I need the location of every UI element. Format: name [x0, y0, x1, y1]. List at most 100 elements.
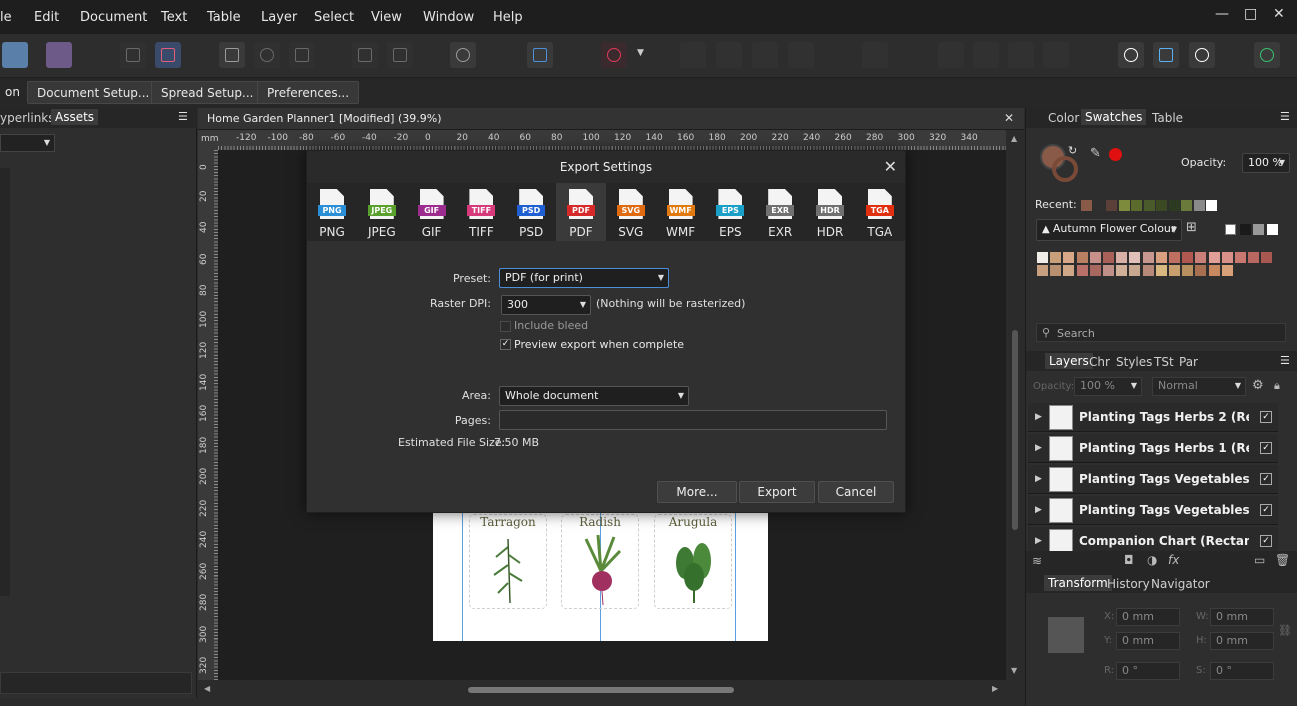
brush-icon[interactable] [155, 42, 181, 68]
menu-window[interactable]: Window [423, 10, 474, 25]
layer-stack-icon[interactable]: ≋ [1032, 554, 1042, 568]
recent-swatch[interactable] [1143, 200, 1155, 211]
planting-tag-card[interactable]: Arugula [654, 514, 732, 609]
minimize-button[interactable]: — [1215, 6, 1229, 22]
palette-swatch[interactable] [1142, 252, 1154, 263]
adjustment-icon[interactable]: ◑ [1147, 553, 1157, 567]
more-button[interactable]: More... [657, 481, 737, 503]
anchor-point-icon[interactable] [1048, 617, 1084, 653]
layer-row[interactable]: ▶ Planting Tags Vegetables 1 (… ✓ [1028, 496, 1278, 525]
palette-swatch[interactable] [1182, 252, 1194, 263]
palette-swatch[interactable] [1129, 265, 1141, 276]
vertical-scroll-thumb[interactable] [1012, 330, 1018, 530]
document-setup-button[interactable]: Document Setup... [27, 81, 160, 104]
preset-select[interactable]: PDF (for print) ▼ [499, 268, 669, 288]
tab-color[interactable]: Color [1048, 111, 1079, 125]
recent-swatch[interactable] [1118, 200, 1130, 211]
menu-layer[interactable]: Layer [261, 10, 297, 25]
tab-styles[interactable]: Styles [1116, 355, 1152, 369]
layer-row[interactable]: ▶ Planting Tags Vegetables 2 (… ✓ [1028, 465, 1278, 494]
assets-category-select[interactable]: ▼ [0, 134, 55, 152]
vertical-scrollbar[interactable]: ▲ ▼ [1006, 130, 1024, 680]
panel-menu-icon[interactable]: ☰ [178, 110, 188, 123]
recent-swatch[interactable] [1156, 200, 1167, 211]
format-exr-button[interactable]: EXR EXR [755, 183, 805, 241]
menu-view[interactable]: View [371, 10, 402, 25]
rotate-right-icon[interactable] [1043, 42, 1069, 68]
snapping-magnet-icon[interactable] [601, 42, 627, 68]
none-swatch[interactable] [1225, 224, 1236, 235]
transform-y-input[interactable]: 0 mm [1116, 632, 1180, 650]
palette-swatch[interactable] [1221, 265, 1233, 276]
document-page[interactable]: Tarragon Radish Arugula [433, 510, 768, 641]
tab-table[interactable]: Table [1152, 111, 1183, 125]
recent-swatch[interactable] [1193, 200, 1205, 211]
menu-table[interactable]: Table [207, 10, 241, 25]
palette-swatch[interactable] [1037, 265, 1048, 276]
palette-swatch[interactable] [1142, 265, 1154, 276]
frame-text-icon[interactable] [219, 42, 245, 68]
palette-select[interactable]: ▲ Autumn Flower Colour ▼ [1036, 219, 1182, 241]
close-document-icon[interactable]: ✕ [1004, 111, 1014, 125]
format-jpeg-button[interactable]: JPEG JPEG [357, 183, 407, 241]
palette-swatch[interactable] [1182, 265, 1194, 276]
format-png-button[interactable]: PNG PNG [307, 183, 357, 241]
arrange-backward-icon[interactable] [716, 42, 742, 68]
tab-transform[interactable]: Transform [1044, 575, 1112, 591]
white-swatch[interactable] [1267, 224, 1278, 235]
add-layer-icon[interactable]: ▭ [1254, 553, 1265, 567]
black-swatch[interactable] [1240, 224, 1251, 235]
stroke-color-icon[interactable] [1052, 156, 1078, 182]
tab-text-styles[interactable]: TSt [1154, 355, 1174, 369]
eyedropper-icon[interactable]: ✎ [1090, 146, 1101, 161]
boolean-add-icon[interactable] [1118, 42, 1144, 68]
tab-assets[interactable]: Assets [51, 109, 99, 125]
area-select[interactable]: Whole document ▼ [499, 386, 689, 406]
recent-swatch[interactable] [1106, 200, 1117, 211]
tab-layers[interactable]: Layers [1045, 353, 1093, 369]
baseline-grid-icon[interactable] [527, 42, 553, 68]
layer-row[interactable]: ▶ Planting Tags Herbs 1 (Recta… ✓ [1028, 434, 1278, 463]
effects-fx-icon[interactable]: fx [1168, 553, 1179, 567]
layer-row[interactable]: ▶ Planting Tags Herbs 2 (Recta… ✓ [1028, 403, 1278, 432]
layer-visibility-checkbox[interactable]: ✓ [1260, 411, 1272, 423]
publisher-persona-icon[interactable] [2, 42, 28, 68]
transform-shear-input[interactable]: 0 ° [1210, 662, 1274, 680]
menu-help[interactable]: Help [493, 10, 523, 25]
expand-triangle-icon[interactable]: ▶ [1035, 505, 1042, 515]
tab-hyperlinks[interactable]: yperlinks [0, 111, 55, 125]
pin-icon[interactable] [352, 42, 378, 68]
rotate-left-icon[interactable] [1008, 42, 1034, 68]
recent-swatch[interactable] [1081, 200, 1092, 211]
opacity-input[interactable]: 100 % ▼ [1242, 153, 1290, 173]
layer-visibility-checkbox[interactable]: ✓ [1260, 535, 1272, 547]
cancel-button[interactable]: Cancel [818, 481, 894, 503]
palette-swatch[interactable] [1076, 265, 1088, 276]
boolean-intersect-icon[interactable] [1189, 42, 1215, 68]
palette-swatch[interactable] [1208, 252, 1220, 263]
format-hdr-button[interactable]: HDR HDR [805, 183, 855, 241]
context-partial-button[interactable]: on [0, 81, 29, 104]
photo-persona-icon[interactable] [46, 42, 72, 68]
arrange-forward-icon[interactable] [752, 42, 778, 68]
raster-dpi-input[interactable]: 300 ▼ [501, 295, 591, 315]
tab-paragraph[interactable]: Par [1179, 355, 1198, 369]
palette-swatch[interactable] [1037, 252, 1048, 263]
format-tga-button[interactable]: TGA TGA [855, 183, 905, 241]
palette-swatch[interactable] [1221, 252, 1233, 263]
swatch-search-input[interactable]: ⚲ Search [1036, 323, 1286, 342]
transform-rotation-input[interactable]: 0 ° [1116, 662, 1180, 680]
document-tab[interactable]: Home Garden Planner1 [Modified] (39.9%) … [198, 108, 1024, 130]
expand-triangle-icon[interactable]: ▶ [1035, 536, 1042, 546]
link-proportions-icon[interactable]: ⛓︎ [1278, 624, 1292, 637]
format-gif-button[interactable]: GIF GIF [407, 183, 457, 241]
format-psd-button[interactable]: PSD PSD [506, 183, 556, 241]
recent-swatch[interactable] [1181, 200, 1192, 211]
snapping-dropdown-icon[interactable]: ▼ [637, 48, 644, 58]
palette-swatch[interactable] [1248, 252, 1260, 263]
palette-swatch[interactable] [1089, 252, 1101, 263]
menu-edit[interactable]: Edit [34, 10, 59, 25]
flip-horizontal-icon[interactable] [938, 42, 964, 68]
recent-swatch[interactable] [1206, 200, 1217, 211]
blend-mode-select[interactable]: Normal ▼ [1152, 377, 1246, 396]
